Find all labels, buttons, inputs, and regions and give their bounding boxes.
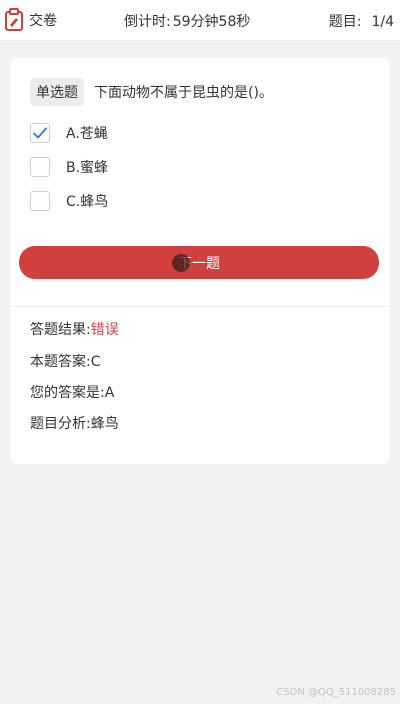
clipboard-icon bbox=[4, 8, 24, 32]
option-a[interactable]: A.苍蝇 bbox=[30, 121, 108, 145]
question-text: 下面动物不属于昆虫的是()。 bbox=[94, 85, 273, 101]
next-question-button[interactable]: 下一题 bbox=[19, 246, 379, 279]
user-answer-label: 您的答案是: bbox=[30, 385, 105, 401]
question-card: 单选题 下面动物不属于昆虫的是()。 A.苍蝇 B.蜜蜂 C.蜂鸟 下一题 答题… bbox=[10, 58, 390, 464]
question-counter: 题目: 1/4 bbox=[329, 11, 394, 31]
correct-answer-label: 本题答案: bbox=[30, 354, 91, 370]
counter-value: 1/4 bbox=[371, 14, 394, 30]
counter-label: 题目: bbox=[328, 14, 362, 30]
question-type-badge: 单选题 bbox=[30, 78, 84, 106]
watermark: CSDN @QQ_511008285 bbox=[276, 687, 396, 698]
submit-label: 交卷 bbox=[29, 13, 57, 29]
check-icon bbox=[33, 127, 47, 139]
option-a-label: A.苍蝇 bbox=[66, 126, 108, 142]
cursor-indicator bbox=[172, 254, 190, 272]
analysis-value: 蜂鸟 bbox=[90, 416, 119, 432]
option-a-checkbox[interactable] bbox=[30, 123, 50, 143]
submit-exam-button[interactable]: 交卷 bbox=[4, 8, 57, 32]
top-bar: 交卷 倒计时: 59分钟58秒 题目: 1/4 bbox=[0, 0, 400, 41]
option-b-checkbox[interactable] bbox=[30, 157, 50, 177]
user-answer-row: 您的答案是:A bbox=[30, 382, 114, 402]
correct-answer-row: 本题答案:C bbox=[30, 351, 101, 371]
result-label: 答题结果: bbox=[30, 322, 91, 338]
option-c-label: C.蜂鸟 bbox=[66, 194, 109, 210]
timer-value: 59分钟58秒 bbox=[172, 14, 251, 30]
result-row: 答题结果:错误 bbox=[30, 319, 119, 339]
analysis-row: 题目分析:蜂鸟 bbox=[30, 413, 119, 433]
timer-label: 倒计时: bbox=[124, 14, 171, 30]
correct-answer-value: C bbox=[90, 354, 101, 370]
option-b-label: B.蜜蜂 bbox=[66, 160, 109, 176]
option-b[interactable]: B.蜜蜂 bbox=[30, 155, 108, 179]
result-value: 错误 bbox=[90, 322, 119, 338]
option-c-checkbox[interactable] bbox=[30, 191, 50, 211]
question-header: 单选题 下面动物不属于昆虫的是()。 bbox=[30, 78, 273, 106]
analysis-label: 题目分析: bbox=[30, 416, 91, 432]
divider bbox=[10, 306, 390, 307]
countdown-timer: 倒计时: 59分钟58秒 bbox=[124, 11, 250, 31]
option-c[interactable]: C.蜂鸟 bbox=[30, 189, 108, 213]
user-answer-value: A bbox=[104, 385, 115, 401]
